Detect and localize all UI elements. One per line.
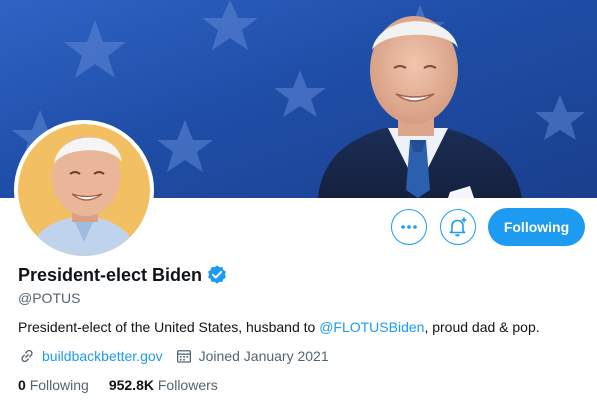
followers-count: 952.8K (108, 377, 154, 393)
notifications-button[interactable] (440, 209, 476, 245)
following-label: Following (29, 377, 89, 393)
following-button[interactable]: Following (488, 208, 585, 246)
bio-text-end: , proud dad & pop. (424, 319, 540, 335)
following-count: 0 (18, 377, 26, 393)
bio: President-elect of the United States, hu… (18, 319, 540, 335)
bell-plus-icon (449, 217, 467, 237)
avatar-photo (18, 124, 150, 256)
name-row: President-elect Biden (18, 264, 228, 286)
display-name: President-elect Biden (18, 264, 203, 285)
bio-text: President-elect of the United States, hu… (18, 319, 320, 335)
joined-date: Joined January 2021 (198, 348, 329, 364)
profile-stats: 0 Following 952.8K Followers (18, 377, 238, 393)
link-icon (21, 349, 33, 363)
more-button[interactable] (391, 209, 427, 245)
calendar-icon (176, 350, 191, 363)
verified-badge-icon (208, 265, 226, 284)
more-icon (401, 225, 417, 229)
avatar[interactable] (14, 120, 154, 260)
followers-label: Followers (157, 377, 218, 393)
following-stat[interactable]: 0 Following (18, 377, 89, 393)
handle: @POTUS (18, 290, 81, 306)
followers-stat[interactable]: 952.8K Followers (109, 377, 218, 393)
profile-meta: buildbackbetter.gov Joined January 2021 (18, 347, 329, 365)
website-link[interactable]: buildbackbetter.gov (42, 348, 163, 364)
bio-mention-link[interactable]: @FLOTUSBiden (319, 319, 424, 335)
